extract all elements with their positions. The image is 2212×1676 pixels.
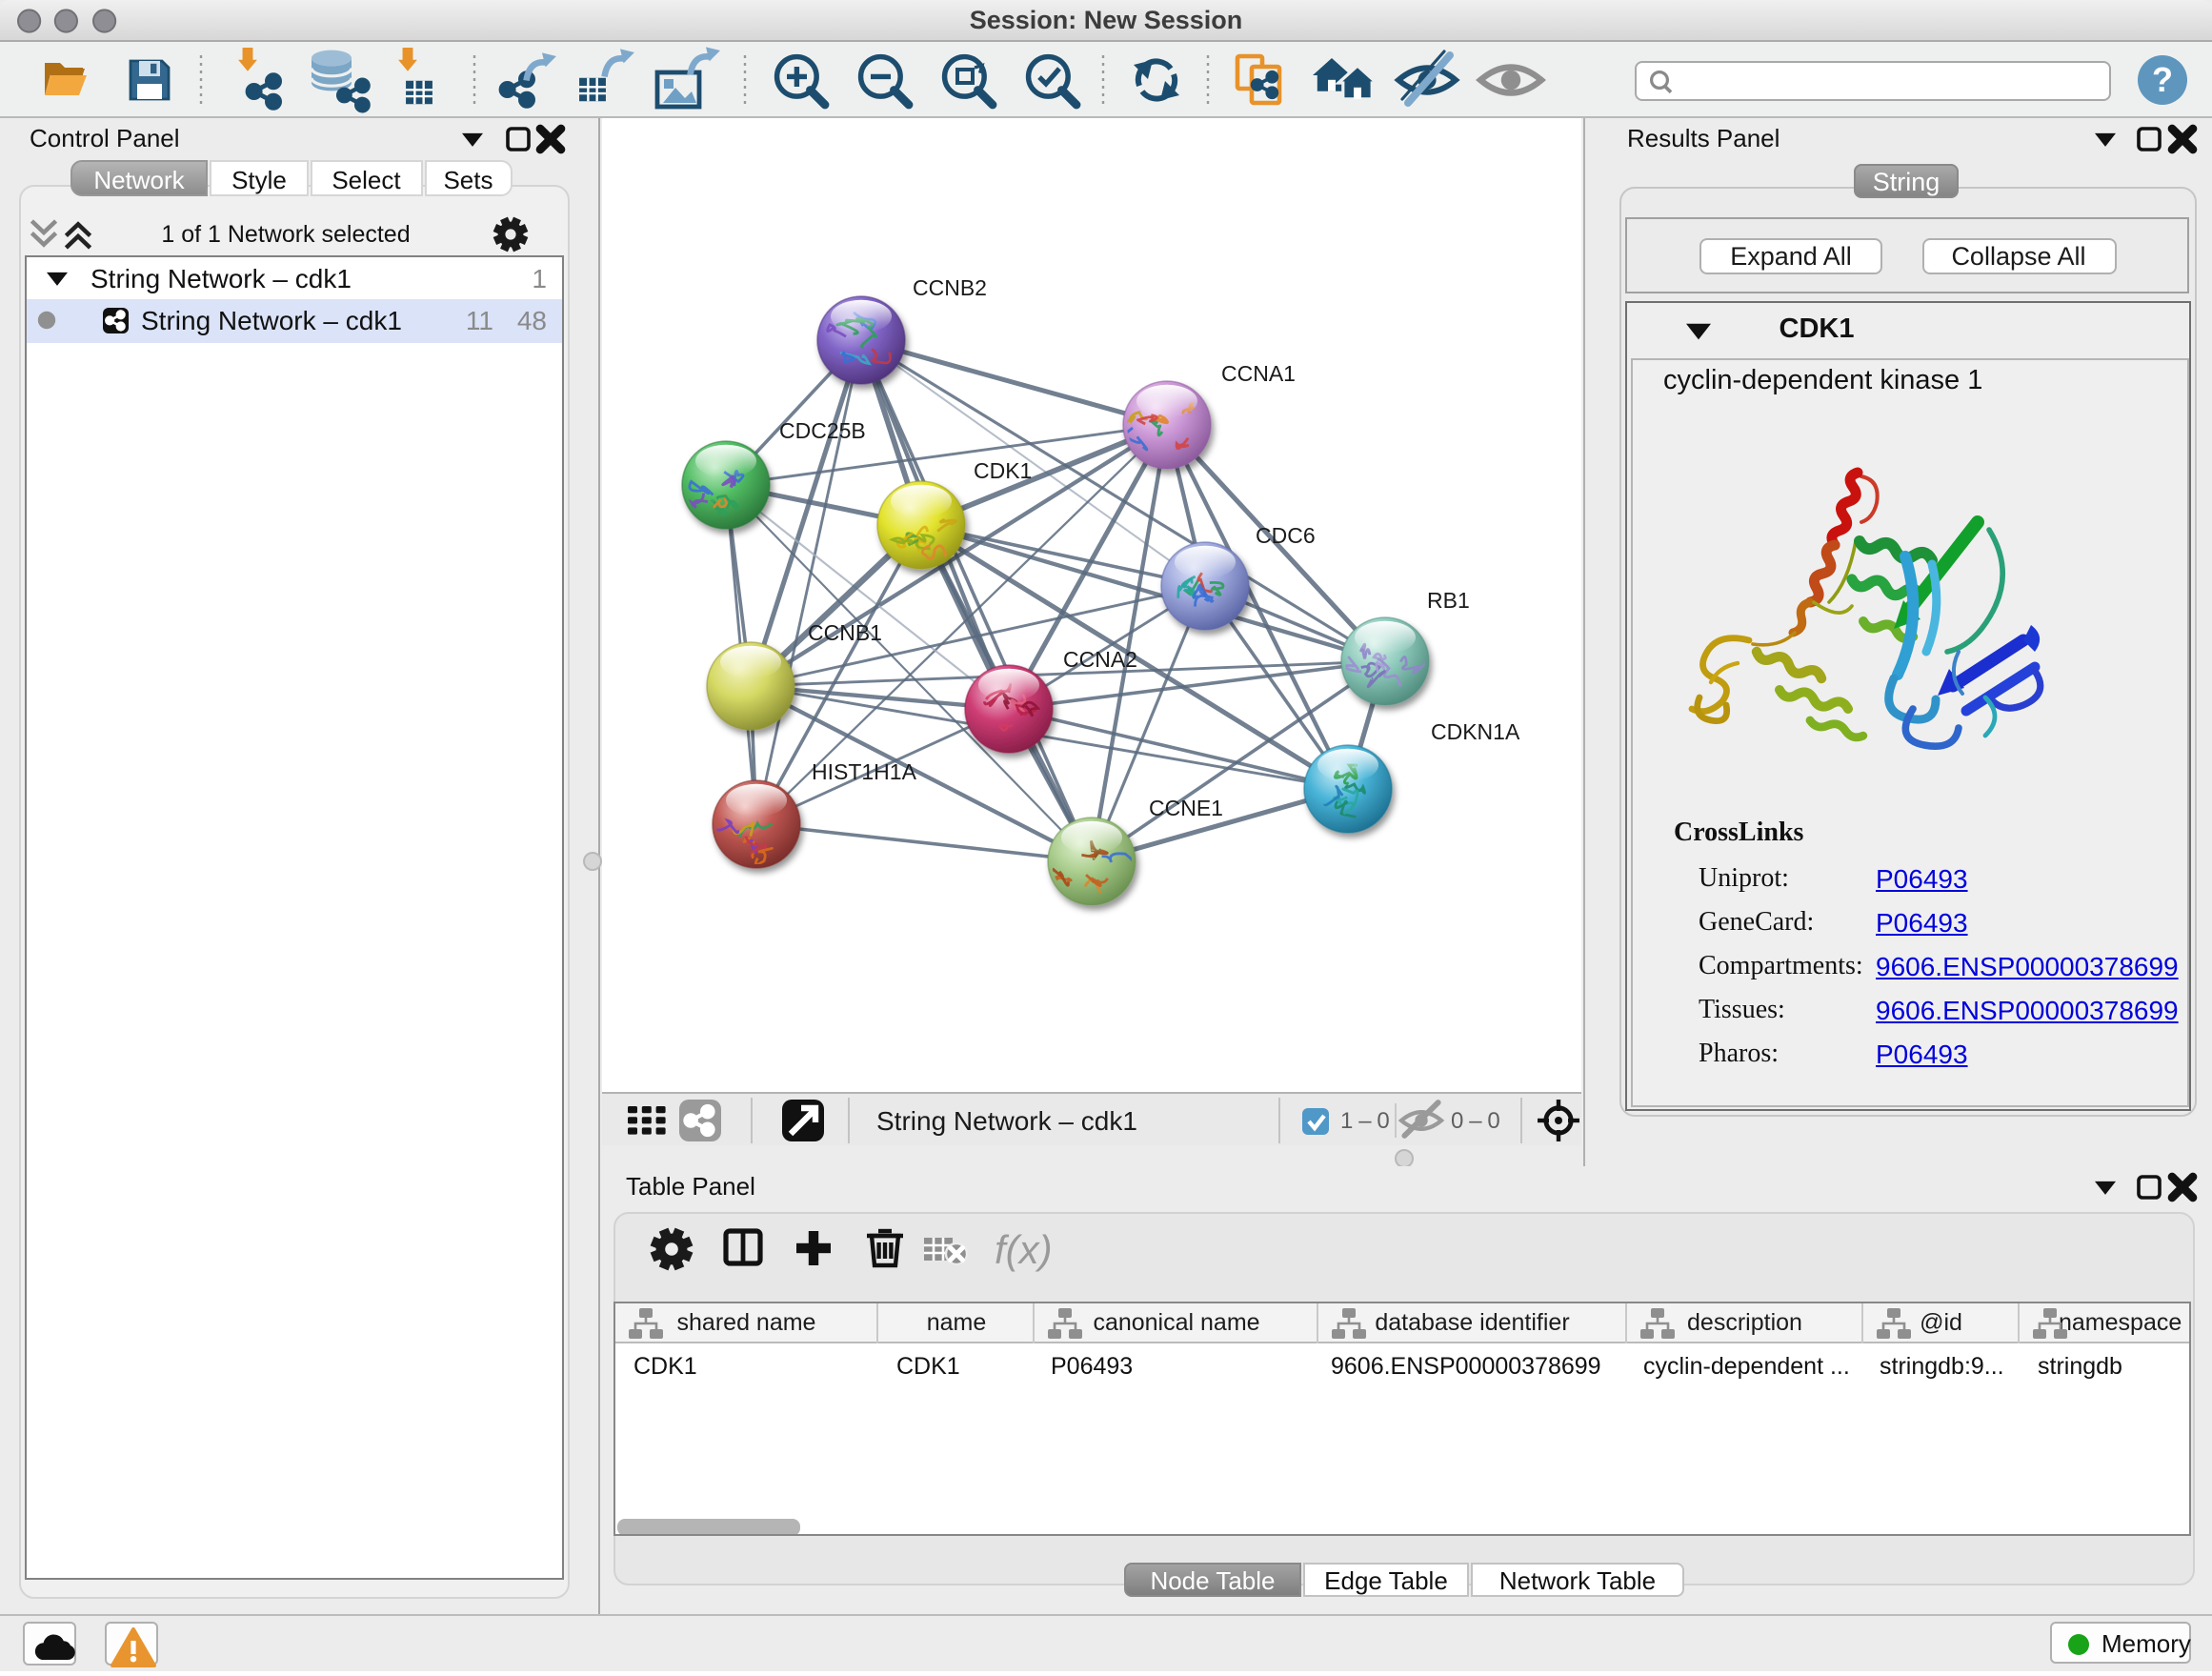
svg-text:HIST1H1A: HIST1H1A [812,759,917,784]
svg-text:CCNA1: CCNA1 [1221,361,1296,386]
svg-text:CCNA2: CCNA2 [1063,647,1137,672]
svg-text:CCNE1: CCNE1 [1149,796,1223,820]
svg-text:CCNB1: CCNB1 [808,620,882,645]
svg-text:CCNB2: CCNB2 [913,275,987,300]
svg-text:CDKN1A: CDKN1A [1431,719,1520,744]
svg-text:CDC25B: CDC25B [779,418,866,443]
svg-text:f(x): f(x) [994,1227,1052,1272]
svg-text:CDC6: CDC6 [1256,523,1316,548]
svg-text:CDK1: CDK1 [974,458,1032,483]
svg-text:RB1: RB1 [1427,588,1470,613]
